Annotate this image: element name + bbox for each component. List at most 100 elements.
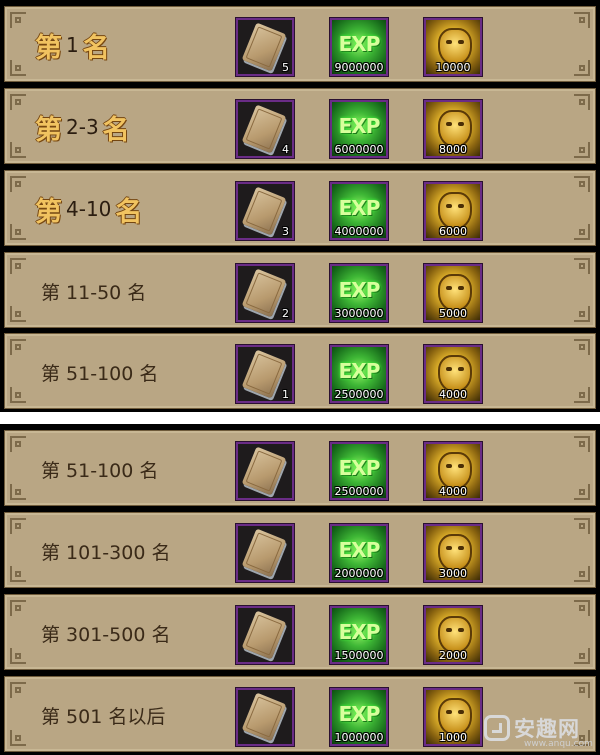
reward-slot-exp[interactable]: EXP 2500000 bbox=[330, 442, 388, 500]
skill-book-icon bbox=[241, 610, 287, 660]
reward-row: 第 301-500 名 EXP 1500000 2000 bbox=[4, 594, 596, 670]
reward-slot-coin[interactable]: 3000 bbox=[424, 524, 482, 582]
reward-quantity: 1 bbox=[282, 388, 289, 401]
exp-icon: EXP bbox=[338, 359, 381, 383]
exp-icon: EXP bbox=[338, 32, 381, 56]
rank-label: 第 101-300 名 bbox=[41, 541, 171, 564]
rank-number: 2-3 bbox=[66, 115, 99, 139]
reward-slot-book[interactable]: 2 bbox=[236, 264, 294, 322]
reward-slot-coin[interactable]: 8000 bbox=[424, 100, 482, 158]
corner-ornament-icon bbox=[10, 339, 26, 355]
corner-ornament-icon bbox=[574, 648, 590, 664]
rank-suffix: 名 bbox=[102, 114, 130, 146]
reward-row: 第 1 名 5 EXP 9000000 10000 bbox=[4, 6, 596, 82]
reward-slot-exp[interactable]: EXP 1500000 bbox=[330, 606, 388, 664]
exp-icon: EXP bbox=[338, 456, 381, 480]
reward-row: 第 11-50 名 2 EXP 3000000 5000 bbox=[4, 252, 596, 328]
reward-slot-coin[interactable]: 4000 bbox=[424, 345, 482, 403]
corner-ornament-icon bbox=[10, 730, 26, 746]
corner-ornament-icon bbox=[574, 387, 590, 403]
corner-ornament-icon bbox=[574, 258, 590, 274]
watermark-logo-icon bbox=[484, 715, 510, 741]
reward-quantity: 2 bbox=[282, 307, 289, 320]
reward-quantity: 1000 bbox=[439, 731, 467, 744]
corner-ornament-icon bbox=[574, 176, 590, 192]
reward-quantity: 10000 bbox=[435, 61, 471, 74]
reward-slot-coin[interactable]: 1000 bbox=[424, 688, 482, 746]
reward-quantity: 1000000 bbox=[334, 731, 384, 744]
exp-icon: EXP bbox=[338, 278, 381, 302]
rank-label: 第 51-100 名 bbox=[41, 459, 159, 482]
reward-quantity: 2500000 bbox=[334, 388, 384, 401]
reward-slot-book[interactable]: 4 bbox=[236, 100, 294, 158]
reward-slot-book[interactable] bbox=[236, 606, 294, 664]
corner-ornament-icon bbox=[10, 518, 26, 534]
corner-ornament-icon bbox=[574, 142, 590, 158]
corner-ornament-icon bbox=[10, 176, 26, 192]
reward-row: 第 4-10 名 3 EXP 4000000 6000 bbox=[4, 170, 596, 246]
reward-slot-exp[interactable]: EXP 3000000 bbox=[330, 264, 388, 322]
corner-ornament-icon bbox=[10, 648, 26, 664]
corner-ornament-icon bbox=[10, 12, 26, 28]
corner-ornament-icon bbox=[574, 436, 590, 452]
corner-ornament-icon bbox=[10, 387, 26, 403]
reward-quantity: 5000 bbox=[439, 307, 467, 320]
reward-slot-book[interactable] bbox=[236, 524, 294, 582]
reward-quantity: 6000 bbox=[439, 225, 467, 238]
rank-prefix: 第 bbox=[35, 32, 62, 64]
reward-quantity: 2000000 bbox=[334, 567, 384, 580]
reward-quantity: 3000000 bbox=[334, 307, 384, 320]
exp-icon: EXP bbox=[338, 538, 381, 562]
rank-label: 第 51-100 名 bbox=[41, 362, 159, 385]
reward-quantity: 2500000 bbox=[334, 485, 384, 498]
corner-ornament-icon bbox=[10, 60, 26, 76]
reward-quantity: 4000 bbox=[439, 388, 467, 401]
reward-slot-exp[interactable]: EXP 9000000 bbox=[330, 18, 388, 76]
reward-slot-book[interactable]: 5 bbox=[236, 18, 294, 76]
reward-slot-exp[interactable]: EXP 2500000 bbox=[330, 345, 388, 403]
skill-book-icon bbox=[241, 349, 287, 399]
corner-ornament-icon bbox=[10, 484, 26, 500]
reward-slot-exp[interactable]: EXP 6000000 bbox=[330, 100, 388, 158]
reward-slot-coin[interactable]: 2000 bbox=[424, 606, 482, 664]
corner-ornament-icon bbox=[574, 94, 590, 110]
reward-slot-exp[interactable]: EXP 1000000 bbox=[330, 688, 388, 746]
corner-ornament-icon bbox=[574, 600, 590, 616]
site-watermark: 安趣网 www.anqu.com bbox=[484, 711, 594, 751]
corner-ornament-icon bbox=[574, 566, 590, 582]
reward-slot-coin[interactable]: 10000 bbox=[424, 18, 482, 76]
reward-slot-book[interactable]: 1 bbox=[236, 345, 294, 403]
reward-slot-book[interactable]: 3 bbox=[236, 182, 294, 240]
corner-ornament-icon bbox=[10, 566, 26, 582]
reward-slot-book[interactable] bbox=[236, 688, 294, 746]
exp-icon: EXP bbox=[338, 620, 381, 644]
corner-ornament-icon bbox=[10, 258, 26, 274]
corner-ornament-icon bbox=[10, 142, 26, 158]
rank-suffix: 名 bbox=[82, 32, 110, 64]
rank-number: 4-10 bbox=[66, 197, 112, 221]
corner-ornament-icon bbox=[574, 60, 590, 76]
corner-ornament-icon bbox=[10, 94, 26, 110]
skill-book-icon bbox=[241, 528, 287, 578]
reward-slot-coin[interactable]: 5000 bbox=[424, 264, 482, 322]
rank-rewards-panel-bottom: 第 51-100 名 EXP 2500000 4000 第 101-300 名 EXP 20… bbox=[0, 424, 600, 755]
corner-ornament-icon bbox=[574, 518, 590, 534]
rank-label: 第 2-3 名 bbox=[35, 89, 215, 165]
reward-slot-exp[interactable]: EXP 2000000 bbox=[330, 524, 388, 582]
rank-prefix: 第 bbox=[35, 114, 62, 146]
reward-quantity: 2000 bbox=[439, 649, 467, 662]
reward-slot-coin[interactable]: 4000 bbox=[424, 442, 482, 500]
rank-number: 1 bbox=[66, 33, 79, 57]
reward-quantity: 3 bbox=[282, 225, 289, 238]
reward-slot-book[interactable] bbox=[236, 442, 294, 500]
rank-label: 第 4-10 名 bbox=[35, 171, 215, 247]
reward-quantity: 1500000 bbox=[334, 649, 384, 662]
reward-quantity: 3000 bbox=[439, 567, 467, 580]
corner-ornament-icon bbox=[574, 224, 590, 240]
rank-label: 第 501 名以后 bbox=[41, 705, 166, 728]
reward-slot-exp[interactable]: EXP 4000000 bbox=[330, 182, 388, 240]
corner-ornament-icon bbox=[574, 484, 590, 500]
exp-icon: EXP bbox=[338, 196, 381, 220]
reward-slot-coin[interactable]: 6000 bbox=[424, 182, 482, 240]
rank-prefix: 第 bbox=[35, 196, 62, 228]
